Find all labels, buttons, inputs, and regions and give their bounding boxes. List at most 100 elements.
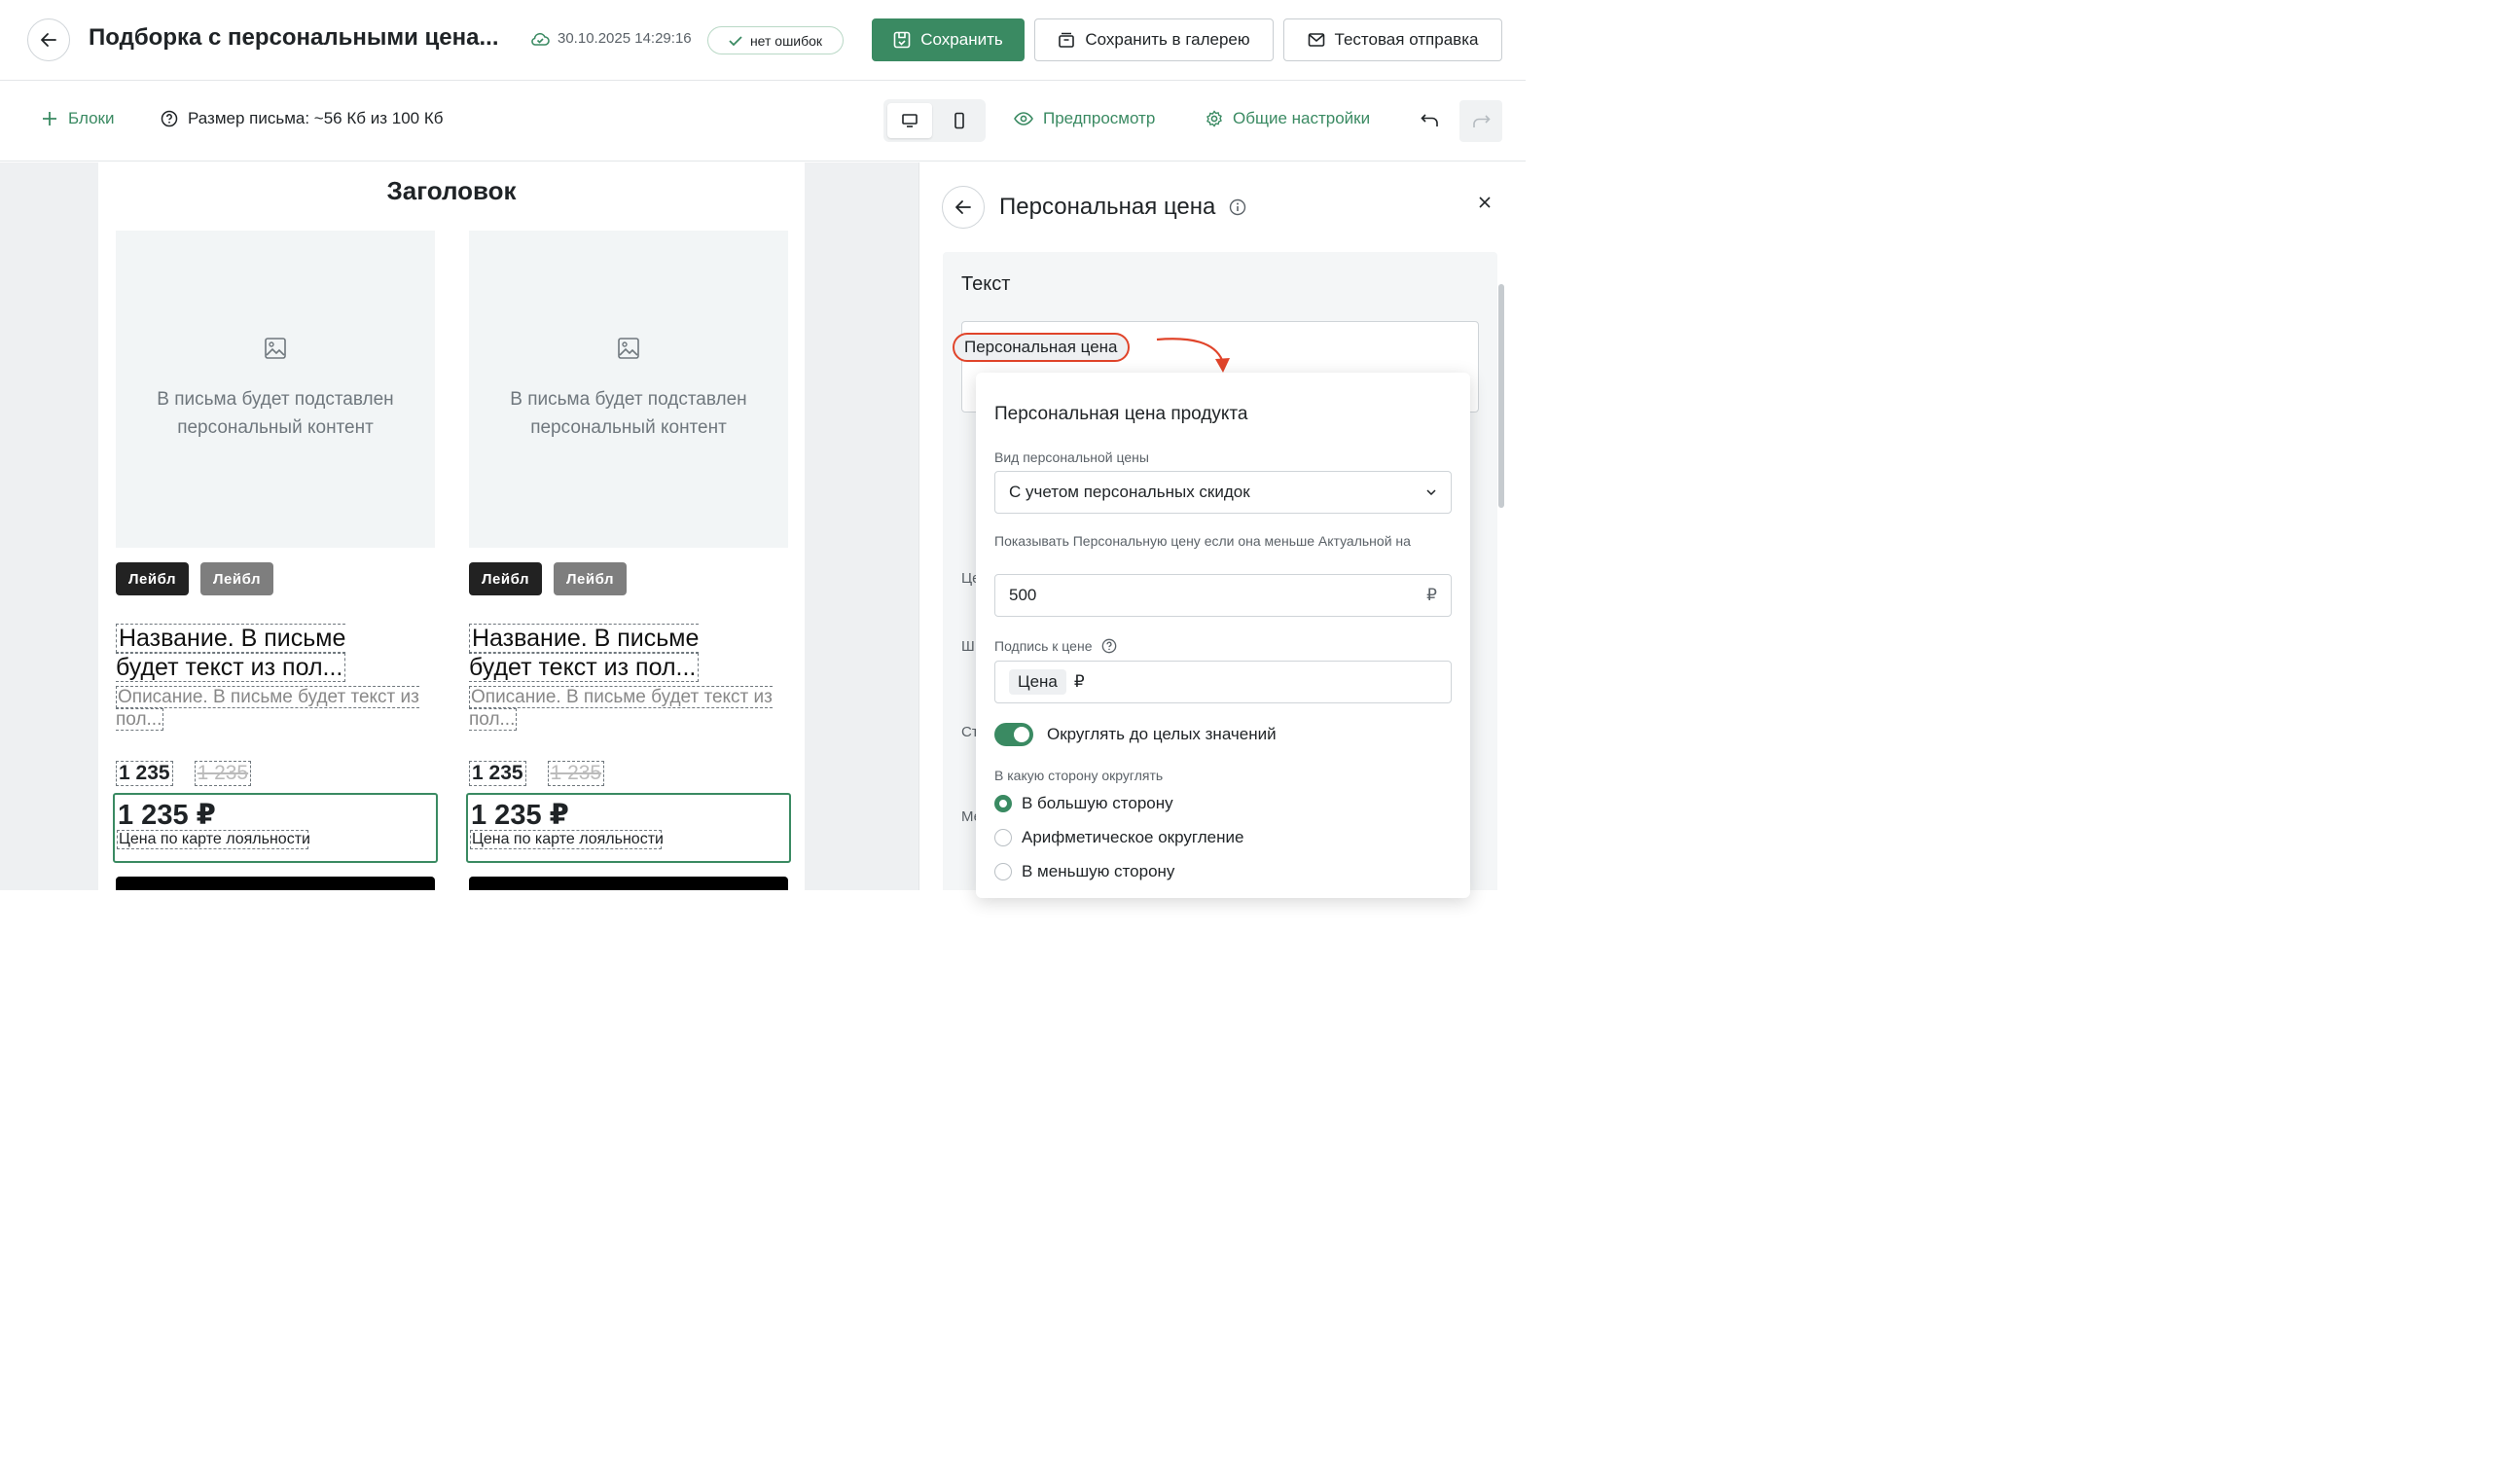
email-size: Размер письма: ~56 Кб из 100 Кб [161,109,443,128]
price-type-select[interactable]: С учетом персональных скидок [994,471,1452,514]
cloud-check-icon [531,32,550,46]
product-price[interactable]: 1 235 [469,761,526,786]
direction-label: В какую сторону округлять [994,768,1164,783]
mail-icon [1308,33,1324,47]
product-name[interactable]: Название. В письме будет текст из пол... [469,624,714,682]
page-title: Подборка с персональными цена... [89,24,499,51]
product-price[interactable]: 1 235 [116,761,173,786]
device-toggle [883,99,986,142]
personal-price-block[interactable]: 1 235 ₽ Цена по карте лояльности [113,793,438,863]
personal-price: 1 235 ₽ [118,800,216,831]
save-button[interactable]: Сохранить [872,18,1025,61]
caption-input[interactable]: Цена ₽ [994,661,1452,703]
status-badge: нет ошибок [707,26,844,54]
email-heading[interactable]: Заголовок [98,176,805,206]
product-description[interactable]: Описание. В письме будет текст из пол... [116,686,427,731]
personal-price-block[interactable]: 1 235 ₽ Цена по карте лояльности [466,793,791,863]
radio-option-up[interactable]: В большую сторону [994,794,1173,813]
arrow-left-icon [41,33,56,47]
product-description[interactable]: Описание. В письме будет текст из пол... [469,686,780,731]
buy-button[interactable] [116,877,435,890]
product-label[interactable]: Лейбл [469,562,543,595]
saved-timestamp: 30.10.2025 14:29:16 [558,30,692,47]
round-toggle-row: Округлять до целых значений [994,723,1277,746]
radio-button[interactable] [994,829,1012,846]
check-icon [729,35,742,46]
product-name[interactable]: Название. В письме будет текст из пол... [116,624,361,682]
radio-option-arithmetic[interactable]: Арифметическое округление [994,828,1243,847]
caption-currency: ₽ [1073,672,1085,691]
save-to-gallery-button[interactable]: Сохранить в галерею [1034,18,1274,61]
gallery-icon [1059,32,1075,48]
info-icon[interactable] [1229,198,1246,216]
product-labels: Лейбл Лейбл [116,562,274,595]
plus-icon [43,112,56,126]
email-canvas: Заголовок В письма будет подставлен перс… [0,162,918,890]
chevron-down-icon [1426,489,1436,496]
close-icon [1479,197,1491,208]
product-label[interactable]: Лейбл [200,562,274,595]
caption-label: Подпись к цене [994,636,1117,656]
price-row: 1 235 1 235 [469,761,605,786]
save-status: 30.10.2025 14:29:16 [530,30,692,47]
image-icon [265,338,286,359]
panel-back-button[interactable] [942,186,985,229]
eye-icon [1014,112,1033,126]
test-send-button[interactable]: Тестовая отправка [1283,18,1502,61]
hidden-label-fragment: Ш [961,638,975,655]
personal-price: 1 235 ₽ [471,800,569,831]
placeholder-text: В письма будет подставлен персональный к… [157,389,394,438]
placeholder-text: В письма будет подставлен персональный к… [510,389,747,438]
radio-option-down[interactable]: В меньшую сторону [994,862,1174,881]
threshold-label: Показывать Персональную цену если она ме… [994,533,1411,549]
threshold-input[interactable]: 500 ₽ [994,574,1452,617]
product-labels: Лейбл Лейбл [469,562,628,595]
redo-button[interactable] [1459,100,1502,142]
help-icon[interactable] [1101,638,1117,654]
gear-icon [1206,110,1222,127]
radio-button[interactable] [994,863,1012,880]
section-title: Текст [961,273,1011,295]
undo-button[interactable] [1411,101,1450,140]
personal-price-popover: Персональная цена продукта Вид персональ… [976,373,1470,898]
desktop-icon [902,114,918,127]
editor-toolbar: Блоки Размер письма: ~56 Кб из 100 Кб Пр… [0,81,1526,161]
redo-icon [1473,114,1491,127]
arrow-left-icon [955,200,971,214]
help-icon [161,110,178,127]
price-row: 1 235 1 235 [116,761,252,786]
price-type-label: Вид персональной цены [994,449,1149,465]
product-card[interactable]: В письма будет подставлен персональный к… [113,231,438,890]
radio-button[interactable] [994,795,1012,812]
undo-icon [1421,114,1438,126]
mobile-view-button[interactable] [937,103,982,138]
back-button[interactable] [27,18,70,61]
desktop-view-button[interactable] [887,103,932,138]
buy-button[interactable] [469,877,788,890]
panel-title: Персональная цена [999,194,1246,221]
product-card[interactable]: В письма будет подставлен персональный к… [466,231,791,890]
image-icon [618,338,639,359]
email-body: Заголовок В письма будет подставлен перс… [98,162,805,890]
product-label[interactable]: Лейбл [554,562,628,595]
save-icon [893,31,911,49]
top-bar: Подборка с персональными цена... 30.10.2… [0,0,1526,81]
personal-price-caption: Цена по карте лояльности [470,830,664,849]
preview-button[interactable]: Предпросмотр [1014,109,1155,128]
product-old-price[interactable]: 1 235 [547,761,605,786]
product-label[interactable]: Лейбл [116,562,190,595]
general-settings-button[interactable]: Общие настройки [1206,109,1370,128]
popover-title: Персональная цена продукта [994,404,1248,424]
blocks-button[interactable]: Блоки [41,109,114,128]
personal-price-caption: Цена по карте лояльности [117,830,310,849]
product-old-price[interactable]: 1 235 [194,761,252,786]
currency-suffix: ₽ [1426,586,1437,604]
close-panel-button[interactable] [1478,196,1492,214]
product-image-placeholder[interactable]: В письма будет подставлен персональный к… [469,231,788,548]
personal-price-chip[interactable]: Персональная цена [953,333,1130,362]
round-toggle[interactable] [994,723,1033,746]
product-image-placeholder[interactable]: В письма будет подставлен персональный к… [116,231,435,548]
caption-token[interactable]: Цена [1009,669,1066,695]
mobile-icon [954,112,964,129]
panel-scrollbar[interactable] [1498,284,1504,508]
